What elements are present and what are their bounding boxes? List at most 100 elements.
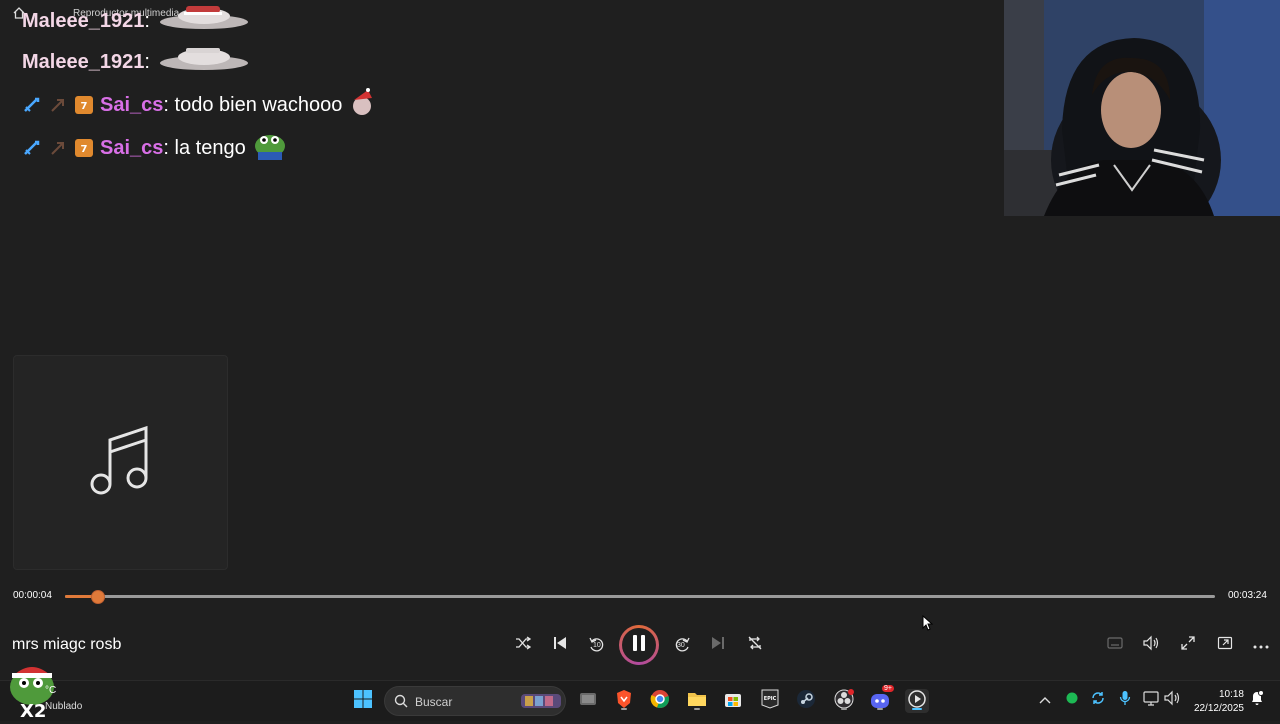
- cat-santa-emote: [156, 45, 256, 79]
- pause-icon: [631, 634, 647, 657]
- chat-colon: :: [144, 9, 150, 32]
- album-art-placeholder: [13, 355, 228, 570]
- taskbar-store[interactable]: [721, 689, 745, 713]
- music-note-icon: [89, 422, 153, 503]
- chat-colon: :: [163, 93, 169, 116]
- chat-message: Maleee_1921:: [22, 4, 256, 38]
- task-view-icon: [579, 690, 597, 713]
- show-hidden-icons-button[interactable]: [1037, 692, 1053, 708]
- network-icon: [1143, 690, 1159, 711]
- start-button[interactable]: [351, 689, 375, 713]
- fullscreen-button[interactable]: [1176, 633, 1200, 657]
- next-icon: [710, 635, 726, 656]
- captions-icon: [1107, 636, 1123, 655]
- miniplayer-button[interactable]: [1213, 633, 1237, 657]
- search-highlight-icon: [521, 692, 561, 715]
- seek-bar-thumb[interactable]: [91, 590, 106, 604]
- santa-emote: [348, 88, 378, 122]
- arrow-badge-icon: [48, 138, 68, 158]
- taskbar-chrome[interactable]: [648, 689, 672, 713]
- svg-text:7: 7: [81, 101, 88, 112]
- chat-text: todo bien wachooo: [174, 93, 343, 116]
- mouse-cursor-icon: [922, 614, 934, 636]
- taskbar-brave[interactable]: [612, 689, 636, 713]
- taskbar-epic-games[interactable]: EPIC: [758, 689, 782, 713]
- rewind-seconds: 10: [593, 642, 601, 649]
- seventv-badge-icon: 7: [74, 95, 94, 115]
- volume-button[interactable]: [1139, 633, 1163, 657]
- seventv-badge-icon: 7: [74, 138, 94, 158]
- webcam-feed: [1004, 0, 1280, 216]
- more-options-button[interactable]: [1249, 633, 1273, 657]
- song-title: mrs miagc rosb: [12, 636, 122, 653]
- repeat-button[interactable]: [743, 633, 767, 657]
- sword-badge-icon: [22, 95, 42, 115]
- cat-santa-emote: [156, 4, 256, 38]
- active-indicator: [912, 708, 922, 710]
- active-indicator: [694, 708, 700, 710]
- store-icon: [723, 689, 743, 714]
- next-button[interactable]: [706, 633, 730, 657]
- arrow-badge-icon: [48, 95, 68, 115]
- windows-icon: [353, 689, 373, 714]
- tray-spotify[interactable]: [1064, 692, 1080, 708]
- clock-time: 10:18: [1218, 689, 1244, 700]
- forward-button[interactable]: 30: [670, 633, 694, 657]
- chat-username: Maleee_1921: [22, 50, 145, 73]
- active-indicator: [877, 708, 883, 710]
- taskbar-steam[interactable]: [794, 689, 818, 713]
- repeat-off-icon: [747, 635, 763, 656]
- forward-icon: 30: [673, 636, 691, 654]
- search-icon: [394, 694, 408, 713]
- microphone-icon: [1119, 690, 1131, 711]
- taskbar-search[interactable]: Buscar: [384, 686, 566, 716]
- weather-desc: Nublado: [45, 701, 83, 712]
- svg-text:EPIC: EPIC: [764, 696, 777, 702]
- captions-button[interactable]: [1103, 633, 1127, 657]
- shuffle-button[interactable]: [511, 633, 535, 657]
- more-icon: [1253, 636, 1269, 654]
- pepe-emote: [252, 130, 288, 166]
- shuffle-icon: [515, 635, 532, 656]
- steam-icon: [796, 689, 816, 714]
- svg-text:7: 7: [81, 144, 88, 155]
- chat-text: la tengo: [174, 136, 246, 159]
- tray-microphone[interactable]: [1117, 690, 1133, 711]
- taskbar: X2 °C Nublado Buscar EPIC 9+ 10:18 22/12…: [0, 667, 1280, 722]
- current-time: 00:00:04: [13, 590, 52, 601]
- svg-text:X2: X2: [20, 701, 46, 719]
- search-placeholder: Buscar: [415, 695, 453, 709]
- play-pause-button[interactable]: [619, 625, 659, 665]
- taskbar-discord[interactable]: 9+: [868, 685, 894, 713]
- chrome-icon: [650, 689, 670, 714]
- notifications-button[interactable]: [1249, 689, 1265, 708]
- rewind-button[interactable]: 10: [585, 633, 609, 657]
- tray-volume[interactable]: [1164, 690, 1180, 708]
- weather-temp: °C: [45, 685, 57, 696]
- taskbar-task-view[interactable]: [576, 689, 600, 713]
- status-dot-icon: [1066, 691, 1078, 709]
- active-indicator: [621, 708, 627, 710]
- previous-button[interactable]: [548, 633, 572, 657]
- taskbar-clock[interactable]: 10:18 22/12/2025: [1190, 688, 1244, 716]
- chat-message: Maleee_1921:: [22, 45, 256, 79]
- taskbar-obs[interactable]: [832, 688, 856, 713]
- clock-date: 22/12/2025: [1193, 703, 1244, 714]
- discord-badge: 9+: [882, 685, 894, 692]
- chat-username: Sai_cs: [100, 136, 164, 159]
- epic-games-icon: EPIC: [761, 689, 779, 714]
- chat-colon: :: [163, 136, 169, 159]
- tray-sync[interactable]: [1090, 691, 1106, 708]
- chat-colon: :: [144, 50, 150, 73]
- tray-network[interactable]: [1143, 690, 1159, 711]
- chevron-up-icon: [1039, 691, 1051, 709]
- fullscreen-icon: [1180, 635, 1196, 656]
- taskbar-file-explorer[interactable]: [685, 689, 709, 713]
- taskbar-media-player[interactable]: [905, 689, 929, 713]
- total-time: 00:03:24: [1228, 590, 1267, 601]
- chat-message: 7 Sai_cs: todo bien wachooo: [22, 88, 378, 122]
- chat-username: Maleee_1921: [22, 9, 145, 32]
- seek-bar[interactable]: [65, 590, 1215, 604]
- volume-icon: [1142, 635, 1160, 656]
- active-indicator: [841, 708, 847, 710]
